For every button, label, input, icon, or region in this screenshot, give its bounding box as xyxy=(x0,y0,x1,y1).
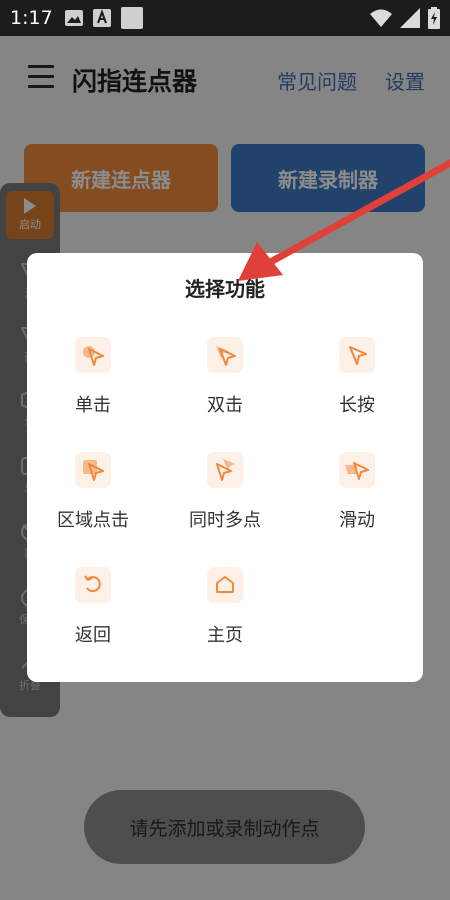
area-tap-icon xyxy=(75,452,111,488)
function-label: 区域点击 xyxy=(57,510,129,531)
dialog-title: 选择功能 xyxy=(185,277,265,301)
function-back[interactable]: 返回 xyxy=(27,567,159,647)
status-time: 1:17 xyxy=(10,7,53,29)
double-tap-icon xyxy=(207,337,243,373)
single-tap-icon xyxy=(75,337,111,373)
function-swipe[interactable]: 滑动 xyxy=(291,452,423,532)
wifi-icon xyxy=(370,9,392,27)
function-label: 长按 xyxy=(339,395,375,416)
select-function-dialog: 选择功能 单击 双击 长按 区域点击 同时多点 滑动 返回 主页 xyxy=(27,253,423,682)
function-label: 双击 xyxy=(207,395,243,416)
square-icon xyxy=(120,7,143,29)
function-label: 单击 xyxy=(75,395,111,416)
function-label: 返回 xyxy=(75,625,111,646)
multi-tap-icon xyxy=(207,452,243,488)
function-multi-tap[interactable]: 同时多点 xyxy=(159,452,291,532)
swipe-icon xyxy=(339,452,375,488)
text-icon xyxy=(92,9,111,27)
signal-icon xyxy=(400,8,420,28)
battery-icon xyxy=(428,7,440,29)
function-double-tap[interactable]: 双击 xyxy=(159,337,291,417)
back-icon xyxy=(75,567,111,603)
function-label: 主页 xyxy=(207,625,243,646)
status-bar: 1:17 xyxy=(0,0,450,36)
function-single-tap[interactable]: 单击 xyxy=(27,337,159,417)
long-press-icon xyxy=(339,337,375,373)
function-home[interactable]: 主页 xyxy=(159,567,291,647)
image-icon xyxy=(64,10,83,26)
function-long-press[interactable]: 长按 xyxy=(291,337,423,417)
function-label: 滑动 xyxy=(339,510,375,531)
function-area-tap[interactable]: 区域点击 xyxy=(27,452,159,532)
home-icon xyxy=(207,567,243,603)
function-label: 同时多点 xyxy=(189,510,261,531)
